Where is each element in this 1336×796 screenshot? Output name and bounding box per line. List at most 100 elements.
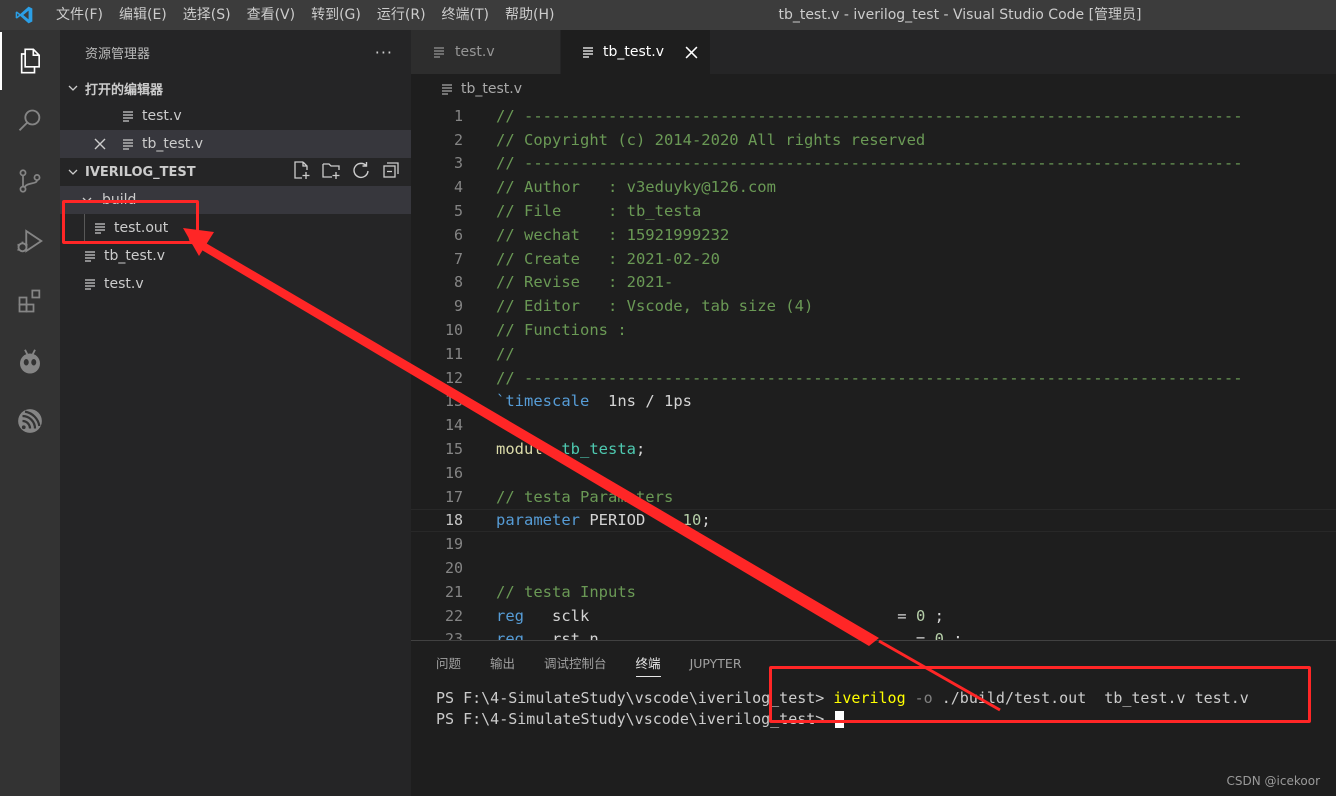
tab-label: tb_test.v [603,44,664,60]
code-keyword: module [496,440,552,459]
line-number: 4 [453,178,463,197]
platformio-icon[interactable] [0,332,60,390]
code-line[interactable]: 7 // Create : 2021-02-20 [411,247,1336,271]
open-editor-item-active[interactable]: tb_test.v [60,130,411,158]
panel-tab-problems[interactable]: 问题 [436,641,461,687]
code-editor[interactable]: 1 // ------------------------------------… [411,104,1336,640]
code-line[interactable]: 18 parameter PERIOD = 10; [411,508,1336,533]
extensions-icon[interactable] [0,272,60,330]
code-line[interactable]: 20 [411,556,1336,580]
menu-help[interactable]: 帮助(H) [497,0,562,30]
open-editor-item[interactable]: test.v [60,102,411,130]
code-line[interactable]: 1 // ------------------------------------… [411,104,1336,128]
close-icon[interactable] [92,136,108,152]
code-comment: // Functions : [496,321,627,340]
code-line[interactable]: 8 // Revise : 2021- [411,271,1336,295]
tree-file-label: test.v [104,276,144,292]
more-actions-icon[interactable]: ··· [375,43,393,62]
code-line[interactable]: 3 // ------------------------------------… [411,152,1336,176]
chevron-down-icon [66,166,80,178]
source-control-icon[interactable] [0,152,60,210]
line-number: 3 [453,154,463,173]
code-text: reg sclk = 0 ; [496,607,944,625]
tree-file-tb-test-v[interactable]: tb_test.v [60,242,411,270]
code-line[interactable]: 21 // testa Inputs [411,580,1336,604]
tree-file-test-v[interactable]: test.v [60,270,411,298]
code-line[interactable]: 11 // [411,342,1336,366]
sidebar-header: 资源管理器 ··· [60,30,411,74]
line-number: 19 [444,535,463,554]
code-plain: rst_n = [524,630,935,640]
menu-selection[interactable]: 选择(S) [175,0,239,30]
code-line[interactable]: 5 // File : tb_testa [411,199,1336,223]
code-comment: // [496,344,515,363]
menu-file[interactable]: 文件(F) [48,0,111,30]
explorer-sidebar: 资源管理器 ··· 打开的编辑器 test.v tb_test.v IVERIL… [60,30,411,796]
espressif-icon[interactable] [0,392,60,450]
menu-run[interactable]: 运行(R) [369,0,434,30]
code-line[interactable]: 6 // wechat : 15921999232 [411,223,1336,247]
code-comment: // Copyright (c) 2014-2020 All rights re… [496,130,926,149]
code-plain: PERIOD = [580,511,683,530]
line-number: 18 [444,511,463,530]
code-comment: // -------------------------------------… [496,106,1243,125]
new-folder-icon[interactable] [321,160,341,184]
close-icon[interactable] [684,44,698,60]
explorer-icon[interactable] [0,32,60,90]
panel-tab-output[interactable]: 输出 [490,641,515,687]
file-lines-icon [120,136,136,152]
line-number: 1 [453,106,463,125]
line-number: 22 [444,606,463,625]
code-number: 10 [682,511,702,530]
code-line[interactable]: 15 module tb_testa; [411,437,1336,461]
code-text: parameter PERIOD = 10; [496,511,711,529]
code-line[interactable]: 22 reg sclk = 0 ; [411,604,1336,628]
search-icon[interactable] [0,92,60,150]
code-comment: // -------------------------------------… [496,368,1243,387]
code-line[interactable]: 10 // Functions : [411,318,1336,342]
collapse-all-icon[interactable] [381,160,401,184]
run-debug-icon[interactable] [0,212,60,270]
breadcrumb-file: tb_test.v [461,81,522,97]
panel-tab-terminal[interactable]: 终端 [635,641,661,687]
menu-go[interactable]: 转到(G) [303,0,369,30]
line-number: 9 [453,297,463,316]
open-editors-header[interactable]: 打开的编辑器 [60,74,411,102]
code-line[interactable]: 9 // Editor : Vscode, tab size (4) [411,294,1336,318]
code-line[interactable]: 14 [411,413,1336,437]
code-text: // Functions : [496,321,627,339]
menu-view[interactable]: 查看(V) [239,0,304,30]
code-comment: // Revise : 2021- [496,273,674,292]
line-number: 17 [444,487,463,506]
breadcrumb[interactable]: tb_test.v [411,74,1336,104]
code-plain: ; [925,606,944,625]
code-text: // wechat : 15921999232 [496,226,729,244]
code-comment: // -------------------------------------… [496,154,1243,173]
code-plain: 1ns / 1ps [589,392,692,411]
file-lines-icon [82,248,98,264]
code-line[interactable]: 23 reg rst_n = 0 ; [411,628,1336,640]
code-line[interactable]: 2 // Copyright (c) 2014-2020 All rights r… [411,128,1336,152]
workspace-header[interactable]: IVERILOG_TEST [60,158,411,186]
panel-tab-jupyter[interactable]: JUPYTER [690,641,742,687]
file-lines-icon [431,44,447,60]
refresh-icon[interactable] [351,160,371,184]
menu-terminal[interactable]: 终端(T) [434,0,497,30]
code-line[interactable]: 17 // testa Parameters [411,485,1336,509]
code-line[interactable]: 19 [411,532,1336,556]
code-text: reg rst_n = 0 ; [496,630,963,640]
menu-edit[interactable]: 编辑(E) [111,0,175,30]
code-line[interactable]: 4 // Author : v3eduyky@126.com [411,175,1336,199]
panel-tab-debug-console[interactable]: 调试控制台 [544,641,607,687]
new-file-icon[interactable] [291,160,311,184]
code-comment: // File : tb_testa [496,202,702,221]
code-text: // -------------------------------------… [496,107,1243,125]
code-line[interactable]: 13 `timescale 1ns / 1ps [411,390,1336,414]
code-text: // Editor : Vscode, tab size (4) [496,297,813,315]
code-line[interactable]: 16 [411,461,1336,485]
code-text: // Copyright (c) 2014-2020 All rights re… [496,131,925,149]
tab-test-v[interactable]: test.v [411,30,561,74]
line-number: 7 [453,249,463,268]
code-line[interactable]: 12 // -----------------------------------… [411,366,1336,390]
tab-tb-test-v[interactable]: tb_test.v [561,30,711,74]
